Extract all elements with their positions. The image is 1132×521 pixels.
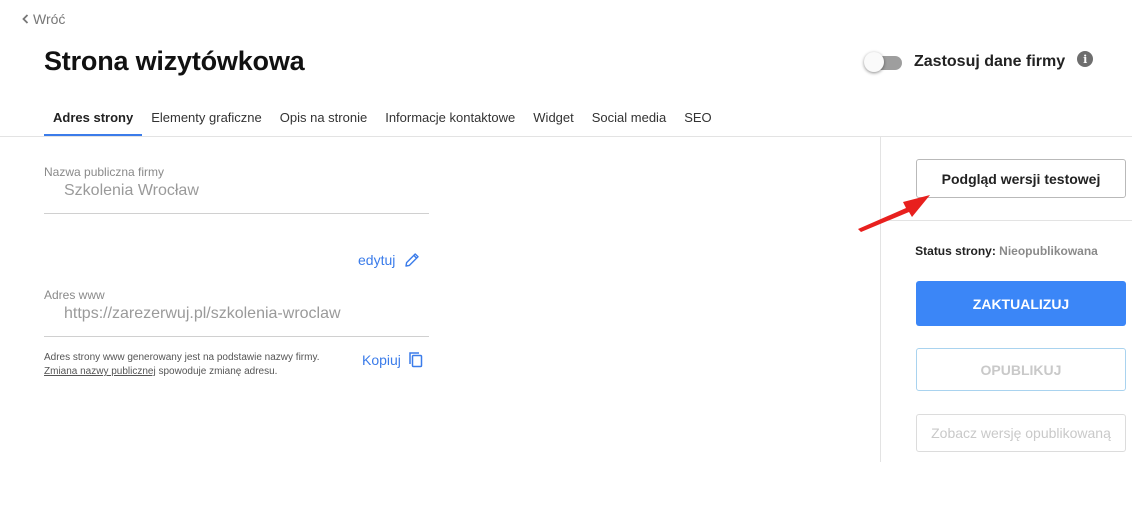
hint-line-2-text: spowoduje zmianę adresu. (155, 366, 278, 377)
company-name-value: Szkolenia Wrocław (64, 182, 199, 199)
tab-informacje-kontaktowe[interactable]: Informacje kontaktowe (376, 100, 524, 136)
company-name-field[interactable]: Nazwa publiczna firmy Szkolenia Wrocław (44, 165, 429, 214)
company-name-label: Nazwa publiczna firmy (44, 165, 165, 179)
apply-company-data-control: Zastosuj dane firmy i (864, 51, 1094, 72)
tab-divider (0, 136, 1132, 137)
edit-button[interactable]: edytuj (358, 251, 421, 269)
tab-adres-strony[interactable]: Adres strony (44, 100, 143, 136)
www-address-label: Adres www (44, 288, 105, 302)
info-icon[interactable]: i (1077, 51, 1094, 67)
view-published-button[interactable]: Zobacz wersję opublikowaną (916, 414, 1126, 452)
www-address-hint: Adres strony www generowany jest na pods… (44, 351, 319, 379)
tab-widget[interactable]: Widget (524, 100, 582, 136)
copy-button[interactable]: Kopiuj (362, 351, 424, 369)
sidebar-divider (880, 137, 881, 462)
tab-seo[interactable]: SEO (675, 100, 720, 136)
www-address-value: https://zarezerwuj.pl/szkolenia-wroclaw (64, 305, 341, 322)
update-button[interactable]: ZAKTUALIZUJ (916, 281, 1126, 326)
apply-company-data-toggle[interactable] (864, 52, 904, 72)
tab-opis-na-stronie[interactable]: Opis na stronie (271, 100, 376, 136)
status-label: Status strony: (915, 244, 996, 258)
tab-elementy-graficzne[interactable]: Elementy graficzne (142, 100, 271, 136)
back-label: Wróć (33, 11, 66, 27)
edit-label: edytuj (358, 252, 396, 268)
pencil-icon (405, 253, 420, 267)
sidebar-section-divider (881, 220, 1132, 221)
status-value: Nieopublikowana (999, 244, 1098, 258)
chevron-left-icon (22, 14, 29, 24)
hint-line-2: Zmiana nazwy publicznej spowoduje zmianę… (44, 365, 319, 379)
tab-bar: Adres strony Elementy graficzne Opis na … (44, 100, 721, 136)
page-status: Status strony: Nieopublikowana (881, 244, 1132, 258)
tab-social-media[interactable]: Social media (583, 100, 675, 136)
apply-company-data-label: Zastosuj dane firmy (914, 53, 1066, 70)
copy-icon (409, 352, 423, 368)
hint-line-1: Adres strony www generowany jest na pods… (44, 352, 320, 363)
publish-button[interactable]: OPUBLIKUJ (916, 348, 1126, 391)
www-address-field[interactable]: Adres www https://zarezerwuj.pl/szkoleni… (44, 288, 429, 337)
back-link[interactable]: Wróć (22, 11, 65, 27)
toggle-knob (864, 52, 884, 72)
copy-label: Kopiuj (362, 352, 401, 368)
page-title: Strona wizytówkowa (44, 46, 305, 76)
preview-test-version-button[interactable]: Podgląd wersji testowej (916, 159, 1126, 198)
change-public-name-link[interactable]: Zmiana nazwy publicznej (44, 366, 156, 377)
